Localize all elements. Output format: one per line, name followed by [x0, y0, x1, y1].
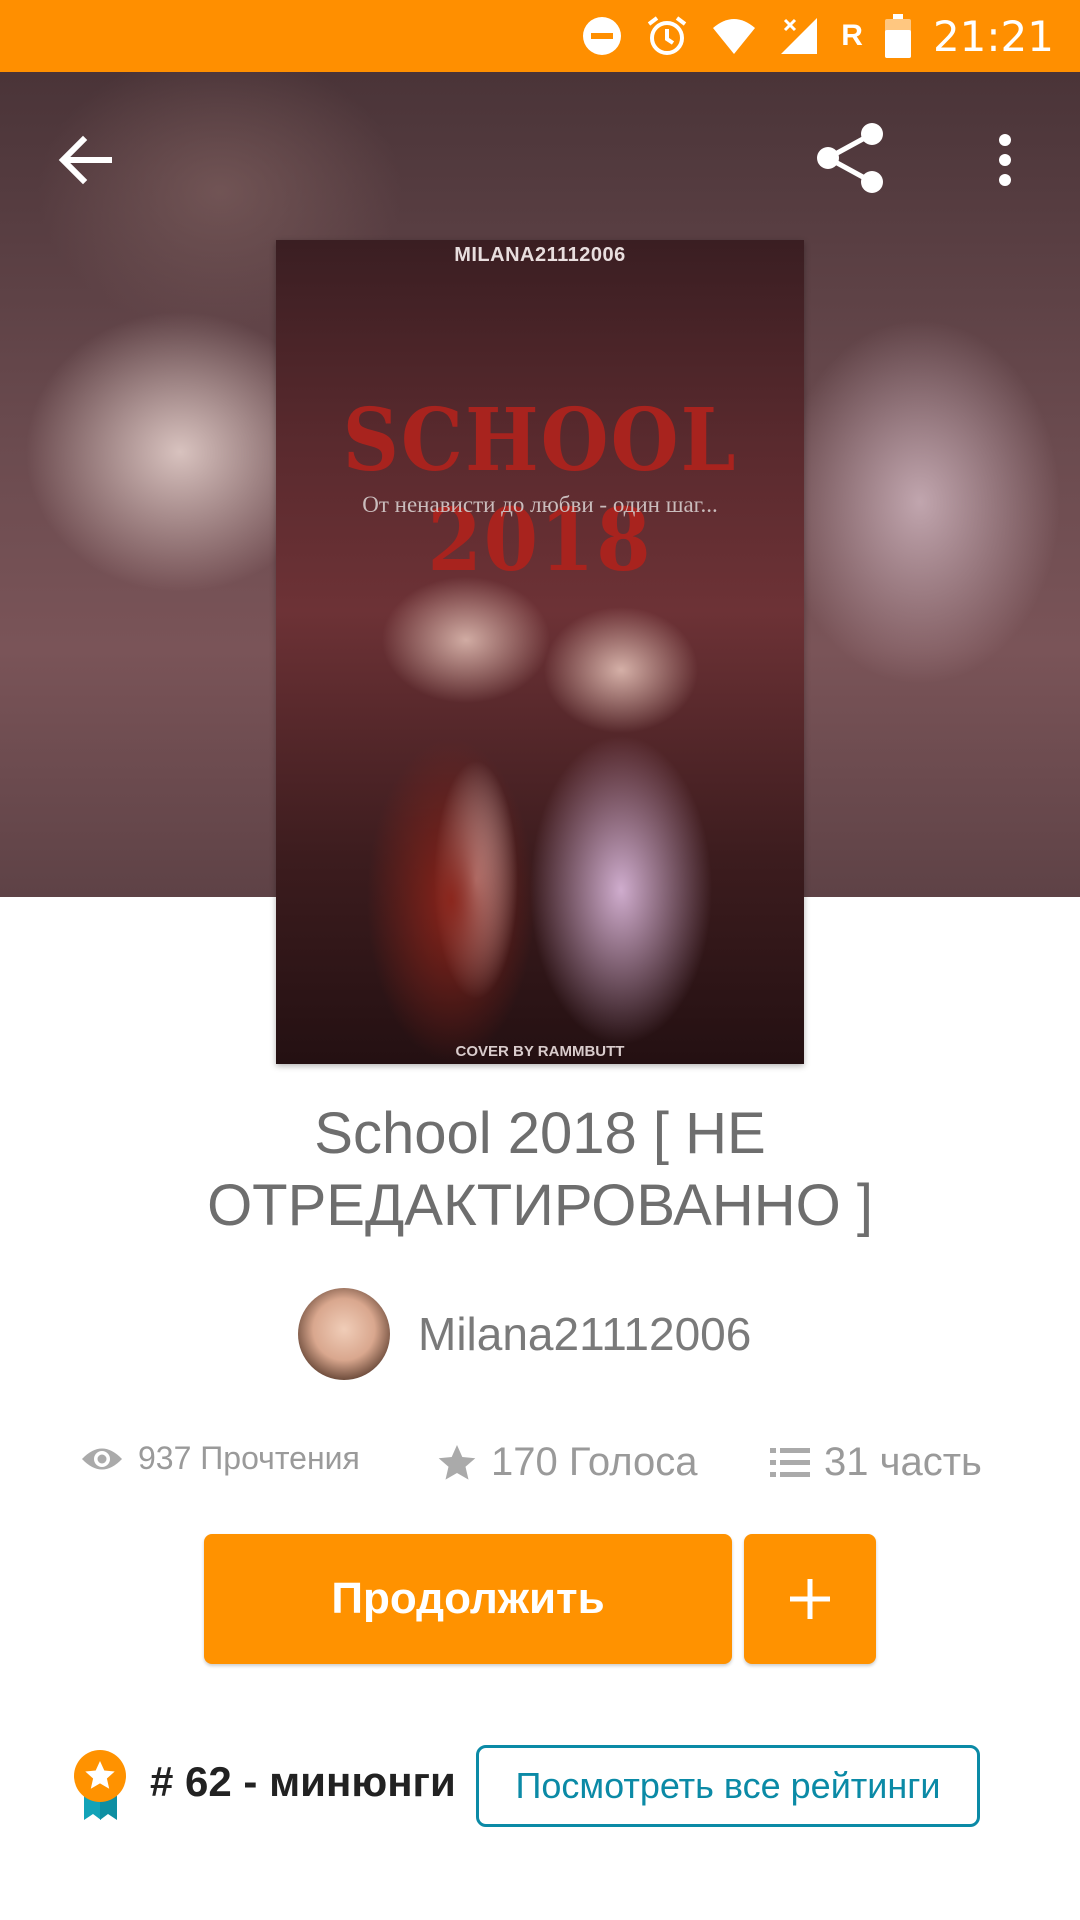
view-all-rankings-button[interactable]: Посмотреть все рейтинги: [476, 1745, 980, 1827]
parts-stat[interactable]: 31 часть: [770, 1440, 982, 1485]
ranking-badge-icon: [70, 1748, 130, 1822]
signal-icon: [779, 16, 819, 56]
votes-stat: 170 Голоса: [437, 1440, 697, 1485]
ranking-text: # 62 - минюнги: [150, 1758, 456, 1805]
more-vert-icon: [999, 134, 1011, 186]
wifi-icon: [711, 16, 757, 56]
author-name[interactable]: Milana21112006: [418, 1307, 751, 1361]
share-button[interactable]: [810, 118, 890, 198]
parts-count[interactable]: 31 часть: [824, 1440, 982, 1485]
alarm-icon: [645, 14, 689, 58]
status-time: 21:21: [932, 11, 1054, 61]
book-cover[interactable]: MILANA21112006 SCHOOL 2018 От ненависти …: [276, 240, 804, 1064]
reads-stat: 937 Прочтения: [80, 1440, 360, 1477]
list-icon: [770, 1446, 810, 1480]
star-icon: [437, 1443, 477, 1483]
more-options-button[interactable]: [985, 125, 1025, 195]
avatar[interactable]: [298, 1288, 390, 1380]
arrow-left-icon: [58, 135, 112, 185]
share-icon: [817, 123, 883, 193]
cover-author-text: MILANA21112006: [454, 244, 626, 266]
story-title: School 2018 [ НЕ ОТРЕДАКТИРОВАННО ]: [207, 1101, 873, 1238]
cover-title-text: SCHOOL 2018: [342, 390, 738, 592]
add-to-library-button[interactable]: [744, 1534, 876, 1664]
plus-icon: [790, 1579, 830, 1619]
votes-count: 170 Голоса: [491, 1440, 698, 1484]
status-bar: R 21:21: [0, 0, 1080, 72]
reads-count: 937 Прочтения: [138, 1440, 360, 1476]
cover-credit-text: COVER BY RAMMBUTT: [455, 1043, 625, 1060]
cover-subtitle-text: От ненависти до любви - один шаг...: [362, 492, 718, 517]
eye-icon: [80, 1444, 124, 1474]
author-row[interactable]: Milana21112006: [298, 1288, 751, 1380]
continue-reading-button[interactable]: Продолжить: [204, 1534, 732, 1664]
do-not-disturb-icon: [581, 15, 623, 57]
back-button[interactable]: [50, 125, 120, 195]
battery-icon: [884, 14, 911, 58]
network-type-label: R: [841, 19, 863, 52]
